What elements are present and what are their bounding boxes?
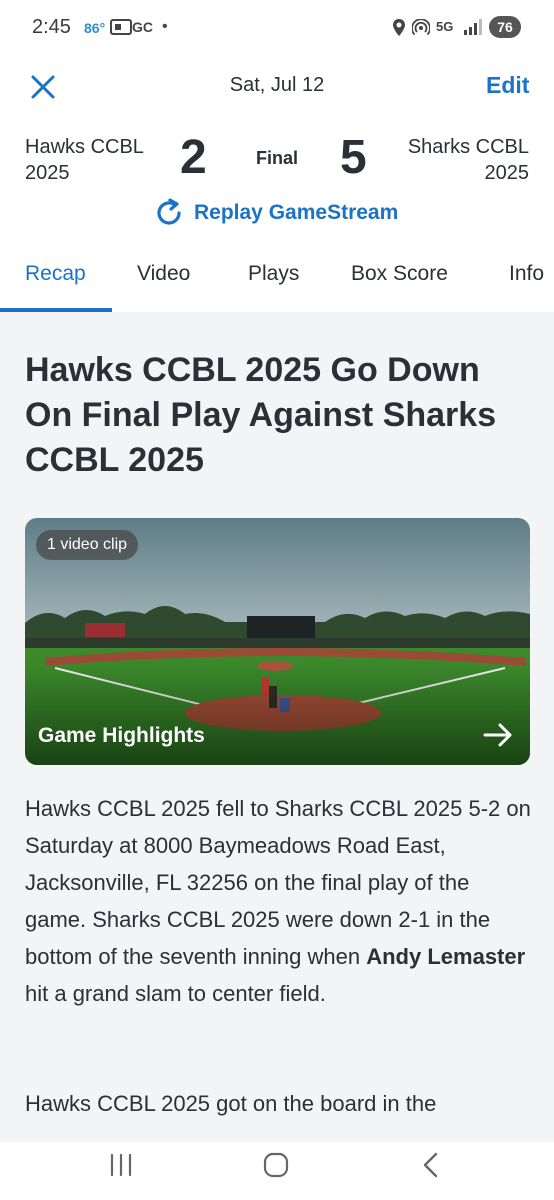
status-time: 2:45 — [32, 16, 71, 38]
home-team-line1: Sharks CCBL — [407, 136, 529, 158]
tab-bar: Recap Video Plays Box Score Info — [0, 250, 554, 313]
video-clip-count-badge: 1 video clip — [36, 530, 139, 560]
battery-indicator: 76 — [489, 16, 521, 38]
home-score: 5 — [340, 131, 367, 184]
replay-label: Replay GameStream — [194, 201, 399, 224]
signal-icon — [464, 19, 482, 35]
notification-icon — [110, 19, 132, 35]
away-team-line1: Hawks CCBL — [25, 136, 144, 158]
recap-headline: Hawks CCBL 2025 Go Down On Final Play Ag… — [25, 351, 497, 479]
recap-paragraph: Hawks CCBL 2025 fell to Sharks CCBL 2025… — [25, 790, 535, 1012]
replay-gamestream-button[interactable]: Replay GameStream — [152, 196, 398, 230]
tab-info[interactable]: Info — [509, 262, 544, 286]
back-icon[interactable] — [418, 1151, 444, 1179]
video-highlights-card[interactable]: 1 video clip Game Highlights — [25, 518, 530, 765]
away-team-line2: 2025 — [25, 162, 70, 184]
hotspot-icon — [412, 19, 430, 36]
recap-paragraph-2: Hawks CCBL 2025 got on the board in the — [25, 1091, 437, 1116]
location-icon — [393, 19, 405, 36]
home-team-name[interactable]: Sharks CCBL 2025 — [408, 134, 529, 186]
status-bar: 2:45 86° GC • 5G 76 — [0, 0, 554, 58]
tab-box-score[interactable]: Box Score — [351, 262, 448, 286]
tab-recap[interactable]: Recap — [25, 262, 86, 286]
recap-player-link[interactable]: Andy Lemaster — [366, 944, 525, 969]
tab-video[interactable]: Video — [137, 262, 190, 286]
replay-icon — [157, 198, 181, 225]
status-temperature: 86° — [84, 20, 106, 36]
game-status: Final — [256, 148, 299, 168]
edit-button[interactable]: Edit — [486, 72, 529, 99]
recent-apps-icon[interactable] — [106, 1152, 136, 1178]
game-date: Sat, Jul 12 — [229, 74, 325, 96]
status-app-label: GC — [132, 19, 153, 35]
arrow-right-icon — [483, 723, 512, 747]
home-team-line2: 2025 — [484, 162, 530, 184]
network-type: 5G — [436, 19, 454, 34]
status-dot: • — [162, 18, 168, 35]
video-title: Game Highlights — [38, 724, 205, 747]
home-icon[interactable] — [262, 1152, 290, 1178]
tab-plays[interactable]: Plays — [248, 262, 299, 286]
away-team-name[interactable]: Hawks CCBL 2025 — [25, 134, 144, 186]
away-score: 2 — [180, 131, 207, 184]
recap-text-after: hit a grand slam to center field. — [25, 981, 326, 1006]
